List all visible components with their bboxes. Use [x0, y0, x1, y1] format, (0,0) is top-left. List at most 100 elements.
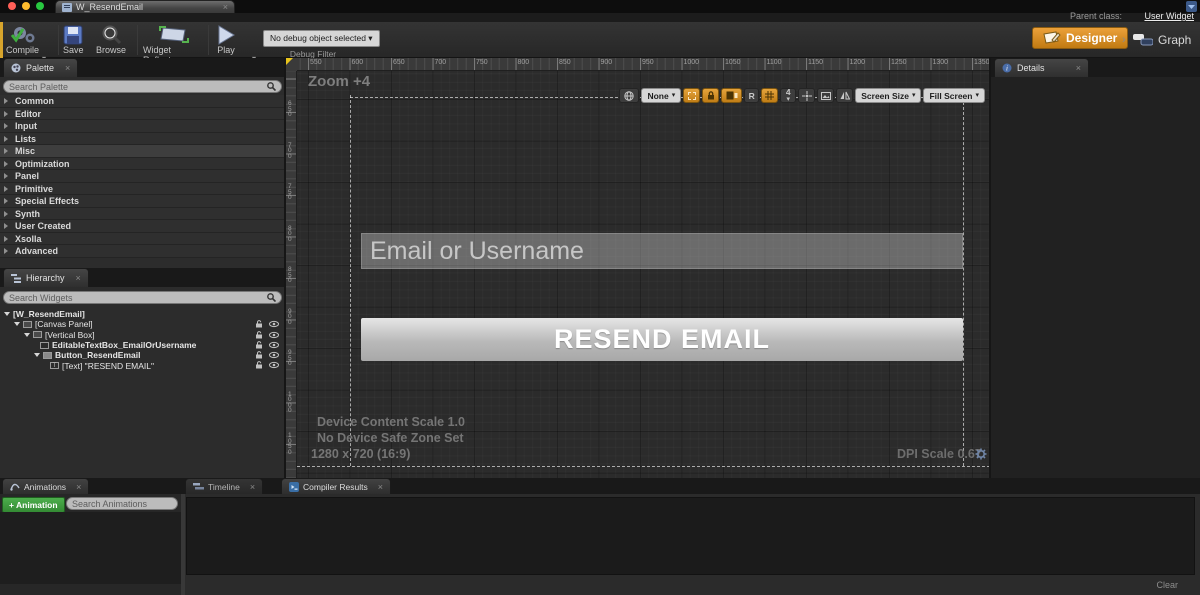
palette-search[interactable]	[3, 80, 282, 93]
localization-dropdown[interactable]: None▾	[641, 88, 681, 103]
maximize-window-icon[interactable]	[36, 2, 44, 10]
dpi-scale-label: DPI Scale 0.67	[897, 447, 982, 461]
expander-icon[interactable]	[4, 186, 8, 192]
browse-button[interactable]: Browse	[96, 25, 126, 55]
visibility-eye-icon[interactable]	[269, 341, 279, 349]
asset-tab[interactable]: W_ResendEmail ×	[55, 0, 235, 13]
palette-tab-close-icon[interactable]: ×	[65, 63, 70, 73]
tab-timeline[interactable]: Timeline ×	[185, 478, 263, 494]
expander-icon[interactable]	[4, 148, 8, 154]
tree-item-button-resendemail[interactable]: Button_ResendEmail	[0, 350, 285, 360]
expander-icon[interactable]	[34, 353, 40, 357]
expander-icon[interactable]	[4, 111, 8, 117]
visibility-eye-icon[interactable]	[269, 320, 279, 328]
expander-icon[interactable]	[14, 322, 20, 326]
palette-category-common[interactable]: Common	[0, 95, 285, 108]
tree-item-vertical-box[interactable]: [Vertical Box]	[0, 330, 285, 340]
dpi-settings-gear-icon[interactable]	[975, 448, 987, 460]
visibility-eye-icon[interactable]	[269, 361, 279, 369]
compiler-results-tab-close-icon[interactable]: ×	[378, 482, 383, 492]
graph-mode-button[interactable]: Graph	[1133, 32, 1191, 47]
save-button[interactable]: Save	[63, 25, 84, 55]
expander-icon[interactable]	[4, 223, 8, 229]
lock-widgets-button[interactable]	[702, 88, 719, 103]
parent-class-link[interactable]: User Widget	[1144, 11, 1194, 21]
tab-details[interactable]: i Details ×	[994, 58, 1089, 77]
details-tab-close-icon[interactable]: ×	[1076, 63, 1081, 73]
palette-category-user-created[interactable]: User Created	[0, 220, 285, 233]
clear-log-button[interactable]: Clear	[1156, 580, 1178, 590]
grid-snapping-button[interactable]	[761, 88, 778, 103]
preview-editabletextbox[interactable]: Email or Username	[361, 233, 963, 269]
expander-icon[interactable]	[4, 312, 10, 316]
animations-list[interactable]	[0, 512, 181, 584]
tab-compiler-results[interactable]: Compiler Results ×	[281, 478, 391, 494]
palette-category-panel[interactable]: Panel	[0, 170, 285, 183]
minimize-window-icon[interactable]	[22, 2, 30, 10]
tree-item-canvas-panel[interactable]: [Canvas Panel]	[0, 319, 285, 329]
screen-size-dropdown[interactable]: Screen Size▾	[855, 88, 921, 103]
palette-category-advanced[interactable]: Advanced	[0, 245, 285, 258]
palette-category-primitive[interactable]: Primitive	[0, 183, 285, 196]
expander-icon[interactable]	[4, 123, 8, 129]
palette-search-input[interactable]	[9, 82, 267, 92]
lock-icon[interactable]	[255, 361, 263, 369]
palette-category-special-effects[interactable]: Special Effects	[0, 195, 285, 208]
palette-category-optimization[interactable]: Optimization	[0, 158, 285, 171]
widget-anchors-button[interactable]	[798, 88, 815, 103]
tab-hierarchy[interactable]: Hierarchy ×	[3, 268, 89, 287]
close-window-icon[interactable]	[8, 2, 16, 10]
expander-icon[interactable]	[24, 333, 30, 337]
preview-background-button[interactable]	[817, 88, 834, 103]
palette-category-input[interactable]: Input	[0, 120, 285, 133]
toggle-outlines-button[interactable]	[683, 88, 700, 103]
tab-animations[interactable]: Animations ×	[2, 478, 89, 494]
lock-icon[interactable]	[255, 331, 263, 339]
expander-icon[interactable]	[4, 248, 8, 254]
tree-item-editabletextbox[interactable]: EditableTextBox_EmailOrUsername	[0, 340, 285, 350]
timeline-tab-close-icon[interactable]: ×	[250, 482, 255, 492]
animations-search[interactable]	[66, 497, 178, 510]
expander-icon[interactable]	[4, 136, 8, 142]
toggle-clipping-button[interactable]	[721, 88, 742, 103]
debug-object-dropdown[interactable]: No debug object selected ▾	[263, 30, 380, 47]
graph-label: Graph	[1158, 33, 1191, 47]
palette-category-editor[interactable]: Editor	[0, 108, 285, 121]
expander-icon[interactable]	[4, 211, 8, 217]
expander-icon[interactable]	[4, 236, 8, 242]
hierarchy-search-input[interactable]	[9, 293, 267, 303]
grid-snap-size-dropdown[interactable]: 4▾	[780, 88, 796, 103]
tab-palette[interactable]: Palette ×	[3, 58, 78, 77]
hierarchy-tab-close-icon[interactable]: ×	[76, 273, 81, 283]
designer-mode-button[interactable]: Designer	[1032, 27, 1128, 49]
compiler-output-area[interactable]	[186, 497, 1195, 575]
visibility-eye-icon[interactable]	[269, 351, 279, 359]
play-button[interactable]: Play	[216, 25, 236, 55]
palette-category-xsolla[interactable]: Xsolla	[0, 233, 285, 246]
animations-search-input[interactable]	[72, 499, 189, 509]
respect-locks-button[interactable]: R	[744, 88, 759, 103]
expander-icon[interactable]	[4, 173, 8, 179]
localization-preview-button[interactable]	[619, 88, 639, 103]
asset-tab-close-icon[interactable]: ×	[223, 2, 228, 12]
palette-category-synth[interactable]: Synth	[0, 208, 285, 221]
animations-tab-close-icon[interactable]: ×	[76, 482, 81, 492]
flip-preview-button[interactable]	[836, 88, 853, 103]
visibility-eye-icon[interactable]	[269, 331, 279, 339]
lock-icon[interactable]	[255, 351, 263, 359]
add-animation-button[interactable]: + Animation	[2, 497, 65, 513]
expander-icon[interactable]	[4, 161, 8, 167]
compile-button[interactable]: Compile	[6, 25, 39, 55]
palette-category-lists[interactable]: Lists	[0, 133, 285, 146]
preview-resend-button[interactable]: RESEND EMAIL	[361, 318, 963, 361]
palette-category-misc[interactable]: Misc	[0, 145, 285, 158]
lock-icon[interactable]	[255, 341, 263, 349]
canvas-surface[interactable]: Zoom +4 Email or Username RESEND EMAIL D…	[297, 71, 990, 478]
tree-item-text-resend-email[interactable]: T [Text] "RESEND EMAIL"	[0, 360, 285, 370]
tree-item-root[interactable]: [W_ResendEmail]	[0, 309, 285, 319]
expander-icon[interactable]	[4, 98, 8, 104]
expander-icon[interactable]	[4, 198, 8, 204]
hierarchy-search[interactable]	[3, 291, 282, 304]
lock-icon[interactable]	[255, 320, 263, 328]
fill-screen-dropdown[interactable]: Fill Screen▾	[923, 88, 985, 103]
